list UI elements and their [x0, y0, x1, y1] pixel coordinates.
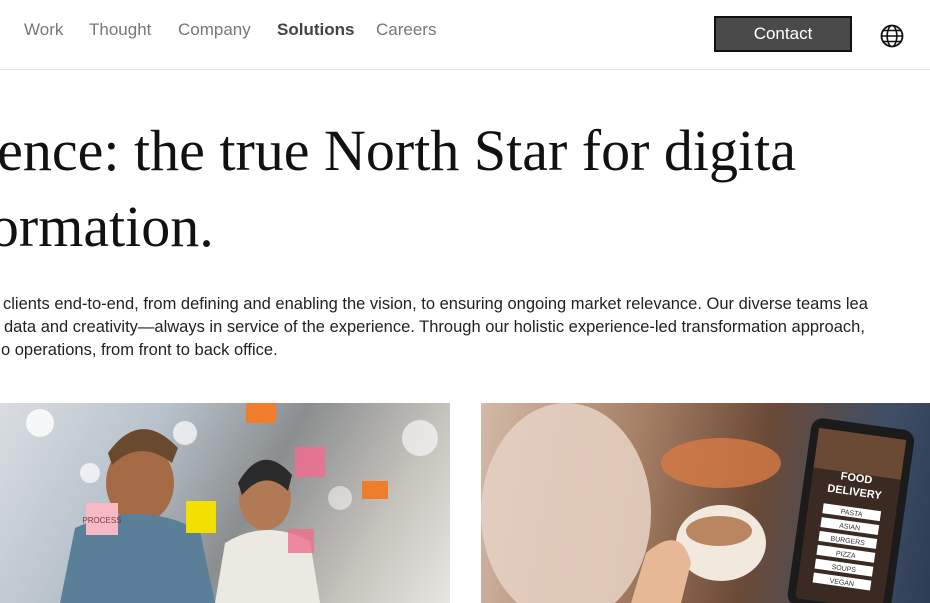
- nav-link-solutions[interactable]: Solutions: [277, 20, 354, 40]
- intro-line-1: clients end-to-end, from defining and en…: [3, 295, 868, 313]
- sticky-note-orange-2: [362, 481, 388, 499]
- contact-button[interactable]: Contact: [714, 16, 852, 52]
- sticky-note-text: PROCESS: [82, 516, 121, 525]
- sticky-note-yellow: [186, 501, 216, 533]
- nav-link-work[interactable]: Work: [24, 20, 63, 40]
- intro-paragraph: clients end-to-end, from defining and en…: [0, 293, 930, 362]
- sticky-note-pink-2: [288, 529, 314, 553]
- team-photo-illustration: PROCESS: [26, 403, 438, 603]
- intro-line-2: data and creativity—always in service of…: [4, 318, 865, 336]
- headline-line-2: sformation.: [0, 194, 214, 259]
- globe-icon[interactable]: [879, 23, 905, 49]
- nav-link-company[interactable]: Company: [178, 20, 251, 40]
- nav-link-thought[interactable]: Thought: [89, 20, 151, 40]
- sticky-note-orange: [246, 403, 276, 423]
- intro-line-3: o operations, from front to back office.: [1, 341, 278, 359]
- food-delivery-image: FOOD DELIVERY PASTA ASIAN BURGERS PIZZA …: [481, 403, 930, 603]
- top-nav: Work Thought Company Solutions Careers C…: [0, 0, 930, 70]
- headline-line-1: erience: the true North Star for digita: [0, 118, 797, 183]
- team-collaboration-image: PROCESS: [0, 403, 450, 603]
- nav-link-careers[interactable]: Careers: [376, 20, 436, 40]
- hero-section: erience: the true North Star for digita …: [0, 113, 930, 273]
- food-photo-illustration: FOOD DELIVERY PASTA ASIAN BURGERS PIZZA …: [481, 403, 915, 603]
- sticky-note-pink: [295, 447, 325, 477]
